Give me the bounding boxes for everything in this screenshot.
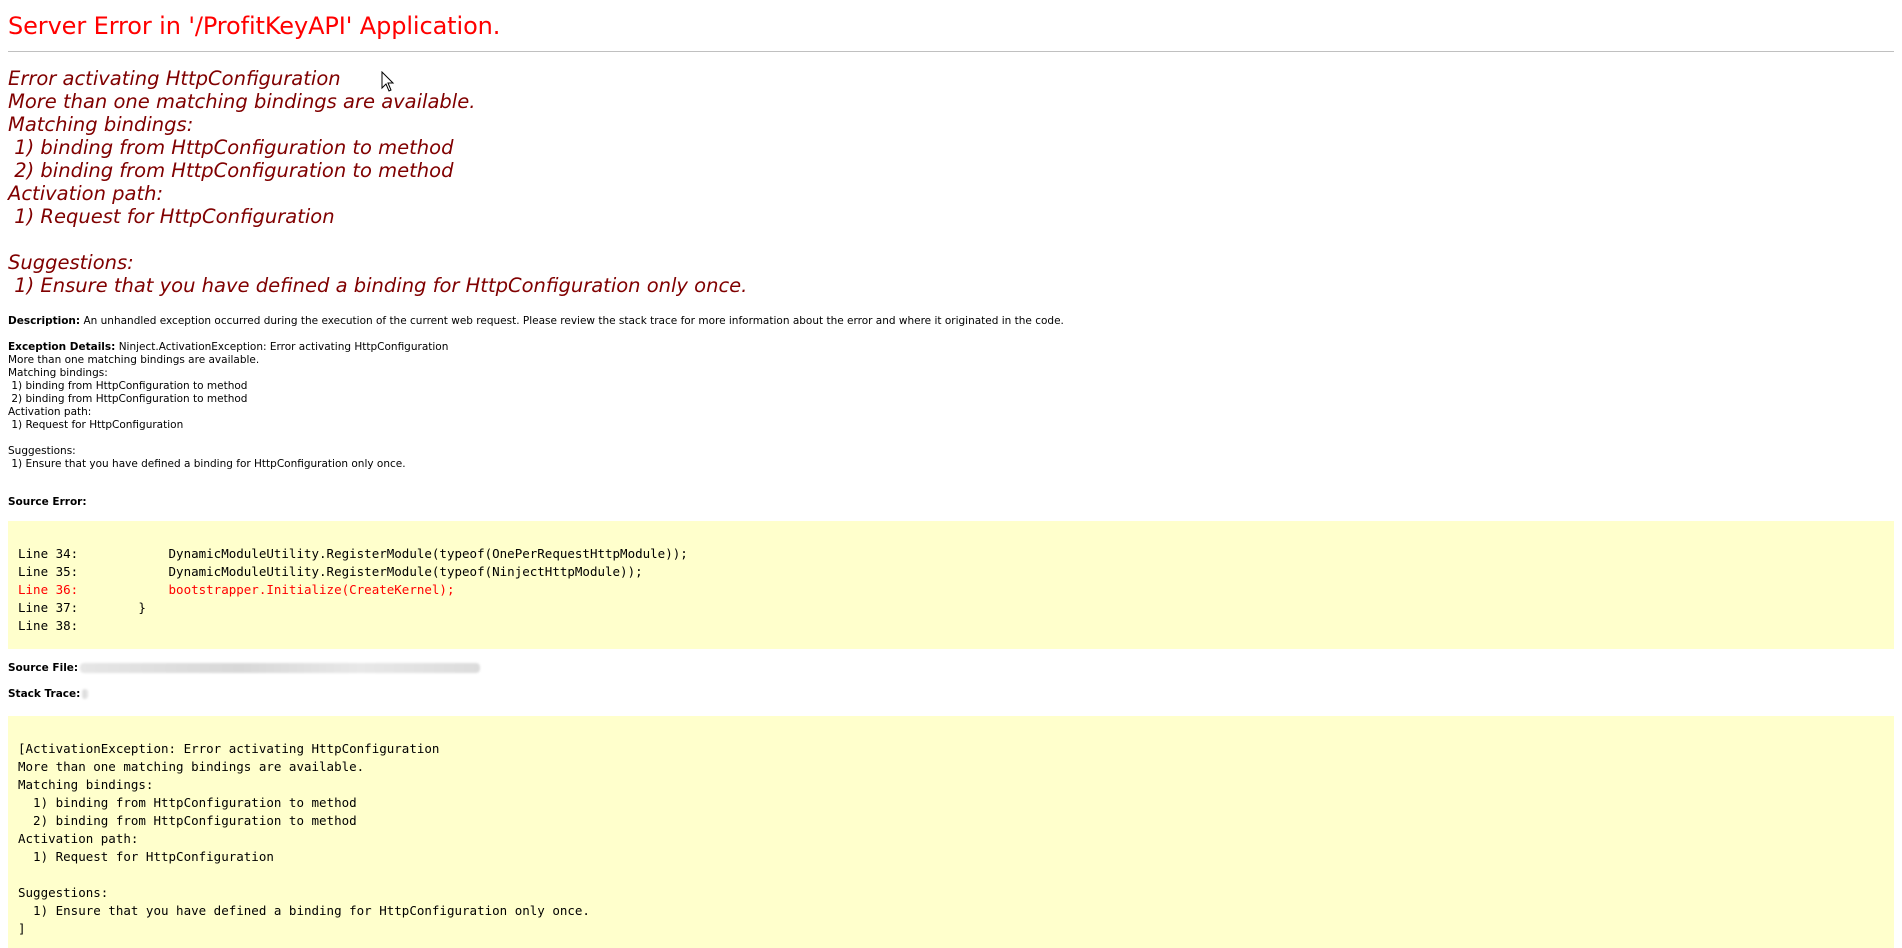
stack-trace-line: 2) binding from HttpConfiguration to met… — [18, 813, 357, 828]
source-code-line: Line 35: DynamicModuleUtility.RegisterMo… — [18, 564, 643, 579]
error-message: Error activating HttpConfiguration More … — [8, 67, 748, 297]
source-error-label: Source Error: — [8, 496, 87, 508]
source-code-line: Line 37: } — [18, 600, 146, 615]
source-file-label: Source File: — [8, 662, 79, 674]
source-code-line: Line 34: DynamicModuleUtility.RegisterMo… — [18, 546, 688, 561]
source-code-line: Line 36: bootstrapper.Initialize(CreateK… — [18, 582, 455, 597]
stack-trace-line: 1) Ensure that you have defined a bindin… — [18, 903, 590, 918]
stack-trace-line: 1) binding from HttpConfiguration to met… — [18, 795, 357, 810]
source-error-code[interactable]: Line 34: DynamicModuleUtility.RegisterMo… — [8, 521, 1894, 649]
source-code-line: Line 38: — [18, 618, 79, 633]
exception-details-text: Ninject.ActivationException: Error activ… — [8, 341, 449, 470]
exception-details-section: Exception Details: Ninject.ActivationExc… — [8, 341, 448, 471]
stack-trace-code[interactable]: [ActivationException: Error activating H… — [8, 716, 1894, 948]
description-text: An unhandled exception occurred during t… — [83, 315, 1064, 327]
description-label: Description: — [8, 315, 81, 327]
stack-trace-line: 1) Request for HttpConfiguration — [18, 849, 274, 864]
title-divider — [8, 51, 1894, 52]
source-error-section: Source Error: — [8, 496, 87, 509]
stack-trace-section: Stack Trace: — [8, 688, 89, 701]
stack-trace-line: ] — [18, 921, 26, 936]
stack-trace-label: Stack Trace: — [8, 688, 81, 700]
source-file-section: Source File: — [8, 662, 481, 675]
redacted-fragment — [82, 689, 89, 699]
stack-trace-line — [18, 866, 1894, 884]
description-section: Description: An unhandled exception occu… — [8, 315, 1064, 328]
stack-trace-line: More than one matching bindings are avai… — [18, 759, 365, 774]
stack-trace-line: [ActivationException: Error activating H… — [18, 741, 440, 756]
stack-trace-line: Matching bindings: — [18, 777, 154, 792]
redacted-source-path — [80, 663, 481, 673]
stack-trace-line: Suggestions: — [18, 885, 109, 900]
mouse-pointer-icon — [381, 71, 395, 92]
exception-details-label: Exception Details: — [8, 341, 116, 353]
stack-trace-line: Activation path: — [18, 831, 139, 846]
page-title: Server Error in '/ProfitKeyAPI' Applicat… — [8, 12, 501, 40]
